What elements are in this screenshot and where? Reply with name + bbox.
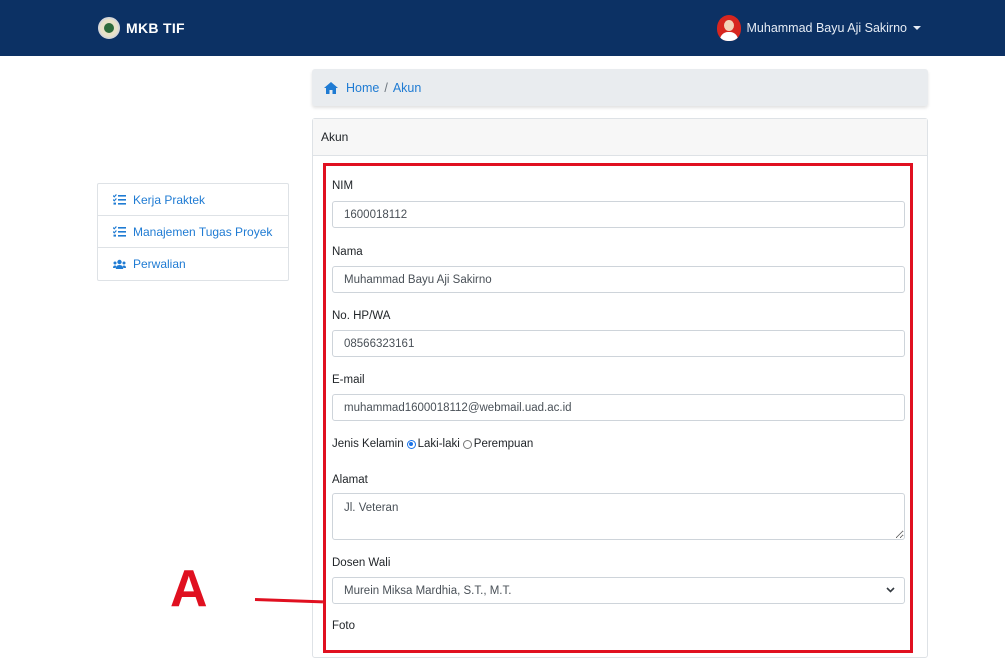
sidebar-item-label: Manajemen Tugas Proyek: [133, 224, 273, 239]
alamat-textarea[interactable]: Jl. Veteran: [332, 493, 905, 540]
dosen-wali-label: Dosen Wali: [332, 557, 391, 569]
sidebar-item-label: Perwalian: [133, 257, 186, 271]
users-icon: [113, 259, 126, 269]
sidebar-item-manajemen-tugas-proyek[interactable]: Manajemen Tugas Proyek: [98, 216, 288, 248]
avatar: [716, 15, 741, 41]
sidebar-menu: Kerja Praktek Manajemen Tugas Proyek Per…: [97, 183, 289, 281]
email-input[interactable]: [332, 394, 905, 421]
top-navbar: MKB TIF Muhammad Bayu Aji Sakirno: [0, 0, 1005, 56]
breadcrumb-home-link[interactable]: Home: [346, 81, 379, 95]
gender-option-label: Perempuan: [473, 438, 534, 450]
gender-option-label: Laki-laki: [417, 438, 460, 450]
phone-input[interactable]: [332, 330, 905, 357]
breadcrumb: Home / Akun: [312, 69, 928, 106]
phone-label: No. HP/WA: [332, 310, 391, 322]
home-icon: [324, 81, 338, 94]
nama-input[interactable]: [332, 266, 905, 293]
gender-radio-laki-laki[interactable]: [406, 439, 416, 449]
list-check-icon: [113, 226, 126, 237]
caret-down-icon: [913, 26, 921, 30]
dosen-wali-select[interactable]: Murein Miksa Mardhia, S.T., M.T.: [332, 577, 905, 604]
dosen-wali-selected-value: Murein Miksa Mardhia, S.T., M.T.: [344, 584, 512, 597]
foto-label: Foto: [332, 620, 356, 632]
gender-radio-group: Jenis Kelamin Laki-laki Perempuan: [332, 437, 533, 451]
email-label: E-mail: [332, 374, 365, 386]
chevron-down-icon: [886, 587, 895, 593]
gender-label: Jenis Kelamin: [332, 438, 404, 450]
sidebar-item-perwalian[interactable]: Perwalian: [98, 248, 288, 280]
nama-label: Nama: [332, 246, 363, 258]
brand-title: MKB TIF: [126, 20, 185, 36]
user-menu-toggle[interactable]: Muhammad Bayu Aji Sakirno: [716, 14, 921, 42]
gender-radio-perempuan[interactable]: [462, 439, 472, 449]
breadcrumb-separator: /: [384, 80, 388, 95]
user-name: Muhammad Bayu Aji Sakirno: [746, 21, 908, 35]
nim-label: NIM: [332, 180, 354, 192]
breadcrumb-current[interactable]: Akun: [393, 81, 422, 95]
university-logo-icon: [98, 17, 120, 39]
nim-input[interactable]: [332, 201, 905, 228]
annotation-label: A: [170, 560, 208, 618]
sidebar-item-label: Kerja Praktek: [133, 192, 206, 207]
brand[interactable]: MKB TIF: [98, 16, 185, 40]
sidebar-item-kerja-praktek[interactable]: Kerja Praktek: [98, 184, 288, 216]
card-header: Akun: [313, 119, 927, 156]
card-title: Akun: [321, 130, 349, 144]
alamat-label: Alamat: [332, 474, 368, 486]
list-check-icon: [113, 194, 126, 205]
